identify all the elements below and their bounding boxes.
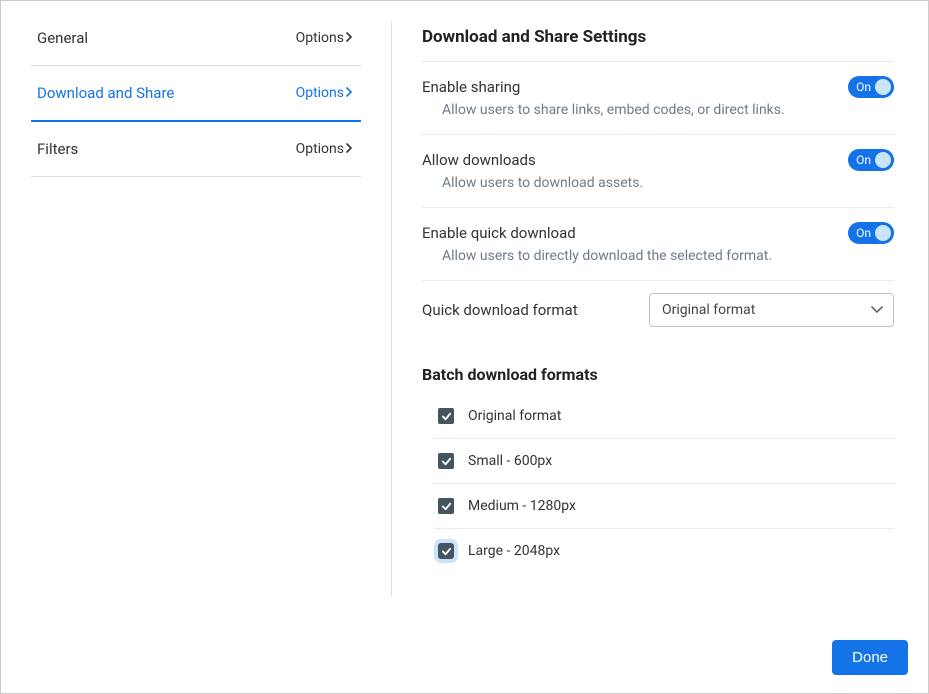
settings-sidebar: General Options Download and Share Optio… bbox=[31, 21, 361, 628]
checkbox-small[interactable] bbox=[438, 453, 454, 469]
checkbox-label: Medium - 1280px bbox=[468, 498, 576, 514]
checkbox-label: Original format bbox=[468, 408, 561, 424]
dialog-footer: Done bbox=[1, 628, 928, 693]
sidebar-item-label: Filters bbox=[37, 140, 78, 158]
dropdown-selected: Original format bbox=[662, 302, 755, 318]
checkbox-label: Small - 600px bbox=[468, 453, 552, 469]
checkbox-large[interactable] bbox=[438, 543, 454, 559]
setting-title: Enable sharing bbox=[422, 78, 520, 96]
sidebar-item-action: Options bbox=[296, 141, 353, 157]
quick-download-format-row: Quick download format Original format bbox=[422, 280, 894, 347]
quick-download-format-select[interactable]: Original format bbox=[649, 293, 894, 327]
batch-download-heading: Batch download formats bbox=[422, 365, 894, 384]
vertical-divider bbox=[391, 21, 392, 596]
setting-description: Allow users to share links, embed codes,… bbox=[422, 102, 894, 118]
batch-item-large: Large - 2048px bbox=[434, 529, 894, 573]
setting-allow-downloads: Allow downloads On Allow users to downlo… bbox=[422, 134, 894, 207]
sidebar-item-filters[interactable]: Filters Options bbox=[31, 122, 361, 177]
toggle-label: On bbox=[856, 226, 871, 240]
setting-enable-sharing: Enable sharing On Allow users to share l… bbox=[422, 61, 894, 134]
setting-title: Allow downloads bbox=[422, 151, 536, 169]
chevron-down-icon bbox=[871, 302, 883, 318]
quick-download-format-label: Quick download format bbox=[422, 301, 578, 319]
checkbox-label: Large - 2048px bbox=[468, 543, 560, 559]
toggle-allow-downloads[interactable]: On bbox=[848, 149, 894, 171]
checkbox-medium[interactable] bbox=[438, 498, 454, 514]
sidebar-item-general[interactable]: General Options bbox=[31, 21, 361, 66]
sidebar-item-action: Options bbox=[296, 85, 353, 101]
settings-content: Download and Share Settings Enable shari… bbox=[422, 21, 898, 628]
batch-item-original: Original format bbox=[434, 394, 894, 439]
toggle-label: On bbox=[856, 80, 871, 94]
toggle-knob bbox=[875, 152, 891, 168]
toggle-knob bbox=[875, 225, 891, 241]
toggle-enable-quick-download[interactable]: On bbox=[848, 222, 894, 244]
done-button[interactable]: Done bbox=[832, 640, 908, 675]
sidebar-item-label: General bbox=[37, 29, 88, 47]
batch-item-medium: Medium - 1280px bbox=[434, 484, 894, 529]
sidebar-item-action: Options bbox=[296, 30, 353, 46]
page-title: Download and Share Settings bbox=[422, 27, 894, 47]
batch-download-list: Original format Small - 600px Medium - 1… bbox=[422, 394, 894, 573]
batch-item-small: Small - 600px bbox=[434, 439, 894, 484]
setting-enable-quick-download: Enable quick download On Allow users to … bbox=[422, 207, 894, 280]
sidebar-item-label: Download and Share bbox=[37, 84, 174, 102]
chevron-right-icon bbox=[346, 85, 353, 101]
chevron-right-icon bbox=[346, 30, 353, 46]
setting-description: Allow users to directly download the sel… bbox=[422, 248, 894, 264]
chevron-right-icon bbox=[346, 141, 353, 157]
toggle-knob bbox=[875, 79, 891, 95]
sidebar-item-download-share[interactable]: Download and Share Options bbox=[31, 66, 361, 122]
toggle-enable-sharing[interactable]: On bbox=[848, 76, 894, 98]
setting-description: Allow users to download assets. bbox=[422, 175, 894, 191]
toggle-label: On bbox=[856, 153, 871, 167]
checkbox-original-format[interactable] bbox=[438, 408, 454, 424]
setting-title: Enable quick download bbox=[422, 224, 576, 242]
